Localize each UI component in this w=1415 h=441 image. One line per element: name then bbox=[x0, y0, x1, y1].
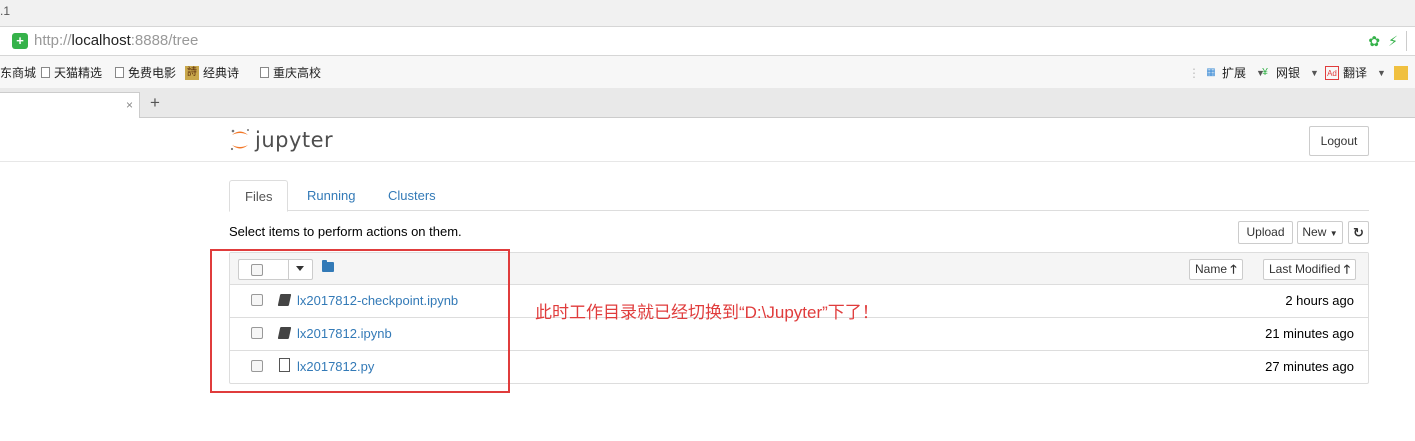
tab-clusters[interactable]: Clusters bbox=[373, 180, 451, 211]
caret-down-icon: ▼ bbox=[1329, 229, 1338, 238]
url-scheme: http:// bbox=[34, 32, 72, 49]
lightning-icon[interactable]: ⚡ bbox=[1388, 33, 1398, 50]
translate-icon: Ad bbox=[1325, 65, 1339, 80]
modified-time: 2 hours ago bbox=[1285, 293, 1354, 308]
divider bbox=[1406, 31, 1407, 51]
browser-tab-bar: × + bbox=[0, 88, 1415, 118]
chevron-down-icon: ▼ bbox=[1377, 67, 1386, 78]
arrow-up-icon: 🡑 bbox=[1230, 262, 1237, 276]
chevron-down-icon: ▼ bbox=[1310, 67, 1319, 78]
window-title: .1 bbox=[0, 4, 11, 18]
modified-time: 21 minutes ago bbox=[1265, 326, 1354, 341]
page-icon bbox=[41, 67, 50, 78]
logout-button[interactable]: Logout bbox=[1309, 126, 1369, 156]
jupyter-header: jupyter Logout bbox=[0, 118, 1415, 162]
bookmark-label: 免费电影 bbox=[128, 66, 177, 80]
selection-hint: Select items to perform actions on them. bbox=[229, 224, 462, 239]
bookmark-item[interactable]: 天猫精选 bbox=[41, 64, 102, 81]
yen-icon: ¥ bbox=[1262, 66, 1268, 78]
grid-icon: ▦ bbox=[1206, 66, 1216, 78]
bookmarks-bar: 东商城 天猫精选 免费电影 詩 经典诗 重庆高校 ⋮ ▦ 扩展 ▼ ¥ 网银 ▼… bbox=[0, 56, 1415, 88]
tab-running[interactable]: Running bbox=[292, 180, 370, 211]
tab-files[interactable]: Files bbox=[229, 180, 289, 212]
bookmark-item[interactable]: 重庆高校 bbox=[260, 64, 321, 81]
bookmark-item[interactable]: 免费电影 bbox=[115, 64, 176, 81]
bookmark-item[interactable]: 东商城 bbox=[0, 64, 36, 81]
url-field[interactable]: http://localhost:8888/tree bbox=[34, 32, 198, 49]
sort-name-button[interactable]: Name 🡑 bbox=[1189, 259, 1243, 280]
refresh-button[interactable]: ↻ bbox=[1348, 221, 1369, 244]
page-icon bbox=[260, 67, 269, 78]
extension-label: 网银 bbox=[1276, 66, 1301, 80]
bookmark-label: 东商城 bbox=[0, 66, 37, 80]
sort-modified-label: Last Modified bbox=[1269, 262, 1341, 276]
extension-label: 扩展 bbox=[1222, 66, 1247, 80]
address-bar[interactable]: + http://localhost:8888/tree ✿ ⚡ bbox=[0, 26, 1415, 56]
arrow-up-icon: 🡑 bbox=[1343, 262, 1350, 276]
new-dropdown-button[interactable]: New ▼ bbox=[1297, 221, 1343, 244]
bookmark-item[interactable]: 詩 经典诗 bbox=[185, 64, 239, 81]
bookmark-label: 天猫精选 bbox=[54, 66, 103, 80]
dashboard-tabs: Files Running Clusters bbox=[229, 180, 1369, 212]
new-label: New bbox=[1302, 225, 1327, 239]
divider: ⋮ bbox=[1188, 65, 1200, 80]
jupyter-logo[interactable]: jupyter bbox=[229, 127, 333, 153]
jupyter-logo-icon bbox=[230, 129, 249, 151]
extension-label: 翻译 bbox=[1343, 66, 1368, 80]
sort-name-label: Name bbox=[1195, 262, 1228, 276]
modified-time: 27 minutes ago bbox=[1265, 359, 1354, 374]
close-icon[interactable]: × bbox=[126, 98, 133, 112]
extension-translate[interactable]: Ad 翻译 ▼ bbox=[1325, 64, 1408, 81]
upload-button[interactable]: Upload bbox=[1238, 221, 1293, 244]
reload-spinner-icon[interactable]: ✿ bbox=[1368, 33, 1380, 50]
bookmark-label: 经典诗 bbox=[203, 66, 240, 80]
annotation-text: 此时工作目录就已经切换到“D:\Jupyter”下了！ bbox=[535, 303, 879, 322]
annotation-highlight-box bbox=[210, 249, 510, 393]
extension-expand[interactable]: ⋮ ▦ 扩展 ▼ bbox=[1188, 64, 1265, 81]
browser-titlebar: .1 bbox=[0, 0, 1415, 26]
browser-tab[interactable]: × bbox=[0, 92, 140, 118]
logo-wordmark: jupyter bbox=[255, 128, 334, 152]
sort-modified-button[interactable]: Last Modified 🡑 bbox=[1263, 259, 1356, 280]
page-icon bbox=[115, 67, 124, 78]
extension-more-icon[interactable] bbox=[1393, 65, 1408, 80]
poem-icon: 詩 bbox=[185, 65, 199, 80]
url-port-path: :8888/tree bbox=[130, 32, 199, 49]
refresh-icon: ↻ bbox=[1353, 225, 1364, 240]
bookmark-label: 重庆高校 bbox=[273, 66, 322, 80]
security-shield-icon: + bbox=[12, 33, 28, 49]
extension-bank[interactable]: ¥ 网银 ▼ bbox=[1258, 64, 1319, 81]
new-tab-button[interactable]: + bbox=[146, 94, 164, 112]
url-host: localhost bbox=[71, 32, 131, 49]
